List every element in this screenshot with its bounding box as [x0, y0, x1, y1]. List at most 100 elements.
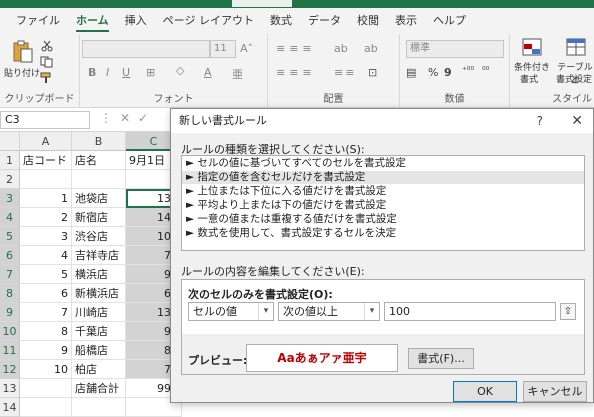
merge-center-icon[interactable]: ⊡ [368, 66, 377, 79]
rule-type-item[interactable]: ► セルの値に基づいてすべてのセルを書式設定 [182, 157, 584, 170]
row-header[interactable]: 12 [0, 360, 20, 379]
increase-decimal-icon[interactable]: ⁺⁰⁰ [462, 66, 474, 76]
conditional-format-icon[interactable] [522, 38, 542, 56]
cell-a[interactable] [20, 379, 72, 398]
cell-a[interactable]: 10 [20, 360, 72, 379]
range-select-icon[interactable]: ⇧ [560, 303, 576, 320]
cell-a[interactable]: 9 [20, 341, 72, 360]
value-input[interactable]: 100 [384, 302, 556, 321]
cell-a[interactable] [20, 170, 72, 189]
tab-page-layout[interactable]: ページ レイアウト [155, 8, 262, 34]
ok-button[interactable]: OK [453, 381, 517, 402]
cancel-button[interactable]: キャンセル [523, 381, 587, 402]
percent-icon[interactable]: % [428, 66, 438, 79]
row-header[interactable]: 6 [0, 246, 20, 265]
rule-type-item[interactable]: ► 上位または下位に入る値だけを書式設定 [182, 185, 584, 198]
cell-b[interactable]: 渋谷店 [72, 227, 126, 246]
cell-b[interactable]: 吉祥寺店 [72, 246, 126, 265]
comma-icon[interactable]: 9 [444, 66, 452, 79]
vertical-align-icons[interactable]: ≡≡≡ [276, 42, 316, 55]
horizontal-align-icons[interactable]: ≡≡≡ [276, 66, 316, 79]
tab-file[interactable]: ファイル [8, 8, 68, 34]
column-header-a[interactable]: A [20, 132, 72, 151]
wrap-text-icon[interactable]: ab [364, 42, 378, 55]
borders-icon[interactable]: ⊞ [146, 66, 155, 79]
grow-font-icon[interactable]: A˄ [240, 42, 253, 55]
format-painter-icon[interactable] [40, 72, 54, 84]
close-icon[interactable]: ✕ [571, 109, 583, 133]
rule-type-list[interactable]: ► セルの値に基づいてすべてのセルを書式設定 ► 指定の値を含むセルだけを書式設… [181, 155, 585, 251]
tab-help[interactable]: ヘルプ [425, 8, 474, 34]
font-name-select[interactable] [82, 40, 210, 58]
cell-b[interactable] [72, 398, 126, 417]
decrease-decimal-icon[interactable]: ⁰⁰ [482, 66, 489, 76]
cell-a[interactable]: 6 [20, 284, 72, 303]
help-icon[interactable]: ? [537, 109, 543, 133]
cell-a[interactable]: 4 [20, 246, 72, 265]
cell-b[interactable] [72, 170, 126, 189]
name-box[interactable]: C3 [0, 111, 90, 129]
indent-icons[interactable]: ≡≡ [334, 66, 356, 79]
tab-review[interactable]: 校閲 [349, 8, 387, 34]
cut-icon[interactable] [40, 40, 54, 52]
cell-a[interactable] [20, 398, 72, 417]
tab-home[interactable]: ホーム [68, 8, 117, 34]
font-color-icon[interactable]: A [204, 66, 212, 79]
cell-b[interactable]: 船橋店 [72, 341, 126, 360]
row-header[interactable]: 4 [0, 208, 20, 227]
formula-bar-icons[interactable]: ⋮✕✓ [100, 111, 156, 125]
select-all-corner[interactable] [0, 132, 20, 151]
copy-icon[interactable] [40, 56, 54, 68]
row-header[interactable]: 3 [0, 189, 20, 208]
tab-insert[interactable]: 挿入 [117, 8, 155, 34]
underline-icon[interactable]: U [122, 66, 130, 79]
cell-a[interactable]: 店コード [20, 151, 72, 170]
row-header[interactable]: 2 [0, 170, 20, 189]
cell-b[interactable]: 店舗合計 [72, 379, 126, 398]
row-header[interactable]: 1 [0, 151, 20, 170]
cell-b[interactable]: 新宿店 [72, 208, 126, 227]
rule-type-item[interactable]: ► 数式を使用して、書式設定するセルを決定 [182, 227, 584, 240]
cell-a[interactable]: 7 [20, 303, 72, 322]
cell-a[interactable]: 8 [20, 322, 72, 341]
tab-data[interactable]: データ [300, 8, 349, 34]
cell-b[interactable]: 千葉店 [72, 322, 126, 341]
rule-type-item-selected[interactable]: ► 指定の値を含むセルだけを書式設定 [182, 171, 584, 184]
phonetic-icon[interactable]: 亜 [232, 66, 243, 82]
cell-b[interactable]: 柏店 [72, 360, 126, 379]
cell-b[interactable]: 新横浜店 [72, 284, 126, 303]
operator-select[interactable]: 次の値以上 ▾ [278, 302, 380, 321]
row-header[interactable]: 9 [0, 303, 20, 322]
column-header-b[interactable]: B [72, 132, 126, 151]
row-header[interactable]: 10 [0, 322, 20, 341]
cell-a[interactable]: 3 [20, 227, 72, 246]
cell-b[interactable]: 川崎店 [72, 303, 126, 322]
rule-type-item[interactable]: ► 平均より上または下の値だけを書式設定 [182, 199, 584, 212]
cell-a[interactable]: 1 [20, 189, 72, 208]
paste-icon[interactable] [12, 40, 34, 64]
tab-formulas[interactable]: 数式 [262, 8, 300, 34]
font-size-select[interactable]: 11 [210, 40, 236, 58]
cell-b[interactable]: 店名 [72, 151, 126, 170]
row-header[interactable]: 7 [0, 265, 20, 284]
rule-type-item[interactable]: ► 一意の値または重複する値だけを書式設定 [182, 213, 584, 226]
bold-icon[interactable]: B [88, 66, 96, 79]
row-header[interactable]: 13 [0, 379, 20, 398]
tab-view[interactable]: 表示 [387, 8, 425, 34]
number-format-select[interactable]: 標準 [406, 40, 504, 58]
currency-icon[interactable]: ▤ [406, 66, 416, 79]
cell-a[interactable]: 2 [20, 208, 72, 227]
cell-b[interactable]: 横浜店 [72, 265, 126, 284]
row-header[interactable]: 11 [0, 341, 20, 360]
format-button[interactable]: 書式(F)... [408, 348, 474, 369]
orientation-icon[interactable]: ab [334, 42, 348, 55]
row-header[interactable]: 8 [0, 284, 20, 303]
cell-a[interactable]: 5 [20, 265, 72, 284]
fill-color-icon[interactable]: ◇ [176, 64, 184, 77]
italic-icon[interactable]: I [106, 66, 109, 79]
row-header[interactable]: 5 [0, 227, 20, 246]
format-as-table-icon[interactable] [566, 38, 586, 56]
quick-access-box[interactable] [232, 0, 292, 7]
row-header[interactable]: 14 [0, 398, 20, 417]
condition-type-select[interactable]: セルの値 ▾ [188, 302, 274, 321]
